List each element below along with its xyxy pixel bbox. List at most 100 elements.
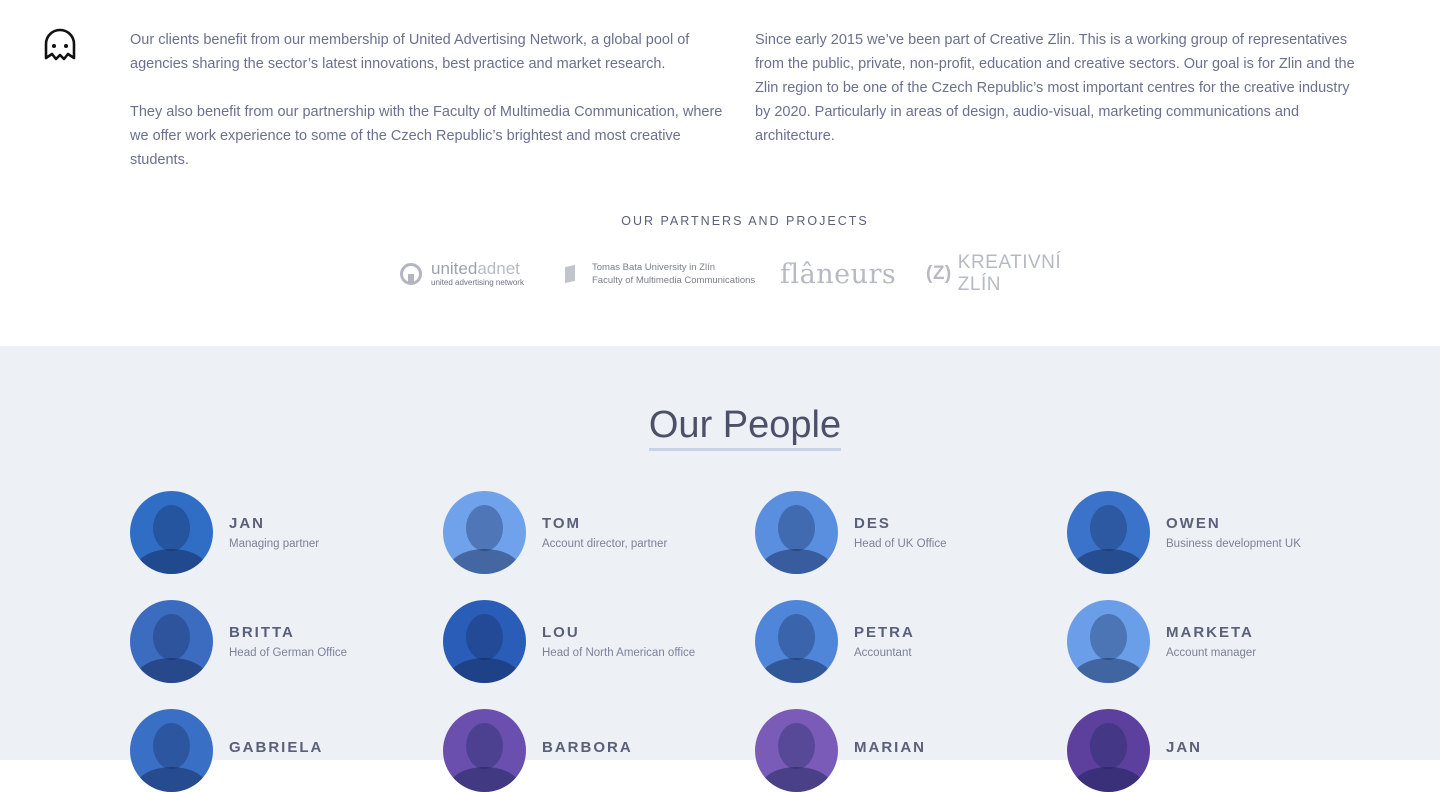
person-card[interactable]: LOU Head of North American office: [443, 599, 743, 683]
person-card[interactable]: MARKETA Account manager: [1067, 599, 1367, 683]
tbu-line-2: Faculty of Multimedia Communications: [592, 275, 756, 286]
person-avatar: [755, 599, 838, 683]
avatar-shoulders-shape: [136, 548, 207, 574]
person-info: TOM Account director, partner: [542, 515, 667, 550]
person-card[interactable]: MARIAN: [755, 708, 1055, 792]
person-info: GABRIELA: [229, 739, 323, 762]
person-info: PETRA Accountant: [854, 624, 915, 659]
person-card[interactable]: JAN: [1067, 708, 1367, 792]
person-name: DES: [854, 514, 891, 532]
person-name: JAN: [229, 514, 266, 532]
person-avatar: [130, 490, 213, 574]
kz-mark: (Z): [926, 263, 952, 284]
avatar-shoulders-shape: [1073, 766, 1144, 792]
person-role: Accountant: [854, 646, 912, 659]
person-role: Business development UK: [1166, 537, 1301, 550]
avatar-head-shape: [153, 722, 190, 769]
avatar-head-shape: [1090, 504, 1127, 551]
avatar-shoulders-shape: [761, 548, 832, 574]
person-avatar: [130, 708, 213, 792]
partners-heading: OUR PARTNERS AND PROJECTS: [621, 214, 869, 228]
person-card[interactable]: PETRA Accountant: [755, 599, 1055, 683]
person-avatar: [755, 490, 838, 574]
tbu-logo-icon: [565, 264, 575, 284]
person-card[interactable]: TOM Account director, partner: [443, 490, 743, 574]
kz-text: KREATIVNÍ ZLÍN: [957, 252, 1062, 295]
avatar-head-shape: [153, 504, 190, 551]
person-role: Account manager: [1166, 646, 1257, 659]
uan-subtitle: united advertising network: [431, 278, 524, 287]
person-name: TOM: [542, 514, 582, 532]
person-name: LOU: [542, 623, 580, 641]
avatar-head-shape: [778, 613, 815, 660]
intro-left-column: Our clients benefit from our membership …: [130, 28, 742, 172]
intro-text: Our clients benefit from our membership …: [130, 28, 1370, 172]
partner-united-adnet[interactable]: unitedadnet united advertising network: [400, 252, 524, 296]
person-name: OWEN: [1166, 514, 1221, 532]
person-info: JAN: [1166, 739, 1202, 762]
avatar-shoulders-shape: [449, 766, 520, 792]
person-info: DES Head of UK Office: [854, 515, 946, 550]
person-role: Head of North American office: [542, 646, 696, 659]
partner-flaneurs[interactable]: flâneurs: [780, 252, 896, 296]
person-role: Account director, partner: [542, 537, 668, 550]
avatar-head-shape: [466, 722, 503, 769]
intro-paragraph: They also benefit from our partnership w…: [130, 104, 723, 168]
person-card[interactable]: BRITTA Head of German Office: [130, 599, 430, 683]
person-name: JAN: [1166, 738, 1203, 756]
site-logo-icon[interactable]: [42, 28, 78, 62]
person-name: BARBORA: [542, 738, 633, 756]
person-name: PETRA: [854, 623, 915, 641]
avatar-shoulders-shape: [1073, 657, 1144, 683]
person-avatar: [130, 599, 213, 683]
person-card[interactable]: OWEN Business development UK: [1067, 490, 1367, 574]
avatar-shoulders-shape: [761, 766, 832, 792]
person-avatar: [443, 599, 526, 683]
person-avatar: [443, 708, 526, 792]
avatar-head-shape: [778, 504, 815, 551]
person-name: GABRIELA: [229, 738, 324, 756]
our-people-section: Our People JAN Managing partner TOM Account…: [0, 346, 1440, 792]
person-card[interactable]: JAN Managing partner: [130, 490, 430, 574]
person-avatar: [755, 708, 838, 792]
avatar-shoulders-shape: [1073, 548, 1144, 574]
uan-name-b: adnet: [477, 259, 520, 278]
partners-logos: unitedadnet united advertising network T…: [400, 252, 1090, 296]
person-avatar: [1067, 490, 1150, 574]
person-avatar: [1067, 708, 1150, 792]
person-info: BARBORA: [542, 739, 633, 762]
avatar-head-shape: [153, 613, 190, 660]
person-role: Head of German Office: [229, 646, 348, 659]
person-name: BRITTA: [229, 623, 295, 641]
person-name: MARIAN: [854, 738, 926, 756]
person-role: Managing partner: [229, 537, 320, 550]
tbu-line-1: Tomas Bata University in Zlín: [592, 262, 716, 273]
intro-paragraph: Since early 2015 we’ve been part of Crea…: [755, 32, 1355, 144]
person-info: MARIAN: [854, 739, 926, 762]
avatar-shoulders-shape: [136, 766, 207, 792]
people-heading: Our People: [648, 404, 842, 451]
avatar-head-shape: [466, 613, 503, 660]
avatar-head-shape: [466, 504, 503, 551]
uan-name-a: united: [431, 259, 478, 278]
partner-tbu-zlin[interactable]: Tomas Bata University in Zlín Faculty of…: [565, 252, 755, 296]
avatar-head-shape: [1090, 722, 1127, 769]
person-info: OWEN Business development UK: [1166, 515, 1301, 550]
person-name: MARKETA: [1166, 623, 1254, 641]
person-card[interactable]: DES Head of UK Office: [755, 490, 1055, 574]
united-adnet-logo-icon: [400, 263, 422, 285]
person-avatar: [443, 490, 526, 574]
avatar-shoulders-shape: [761, 657, 832, 683]
avatar-shoulders-shape: [136, 657, 207, 683]
person-card[interactable]: GABRIELA: [130, 708, 430, 792]
people-heading-wrap: Our People: [0, 404, 1440, 451]
partner-kreativni-zlin[interactable]: (Z) KREATIVNÍ ZLÍN: [926, 252, 1090, 296]
intro-right-column: Since early 2015 we’ve been part of Crea…: [755, 28, 1367, 172]
person-card[interactable]: BARBORA: [443, 708, 743, 792]
avatar-head-shape: [1090, 613, 1127, 660]
person-info: BRITTA Head of German Office: [229, 624, 347, 659]
person-info: JAN Managing partner: [229, 515, 319, 550]
person-info: LOU Head of North American office: [542, 624, 695, 659]
person-avatar: [1067, 599, 1150, 683]
avatar-shoulders-shape: [449, 657, 520, 683]
